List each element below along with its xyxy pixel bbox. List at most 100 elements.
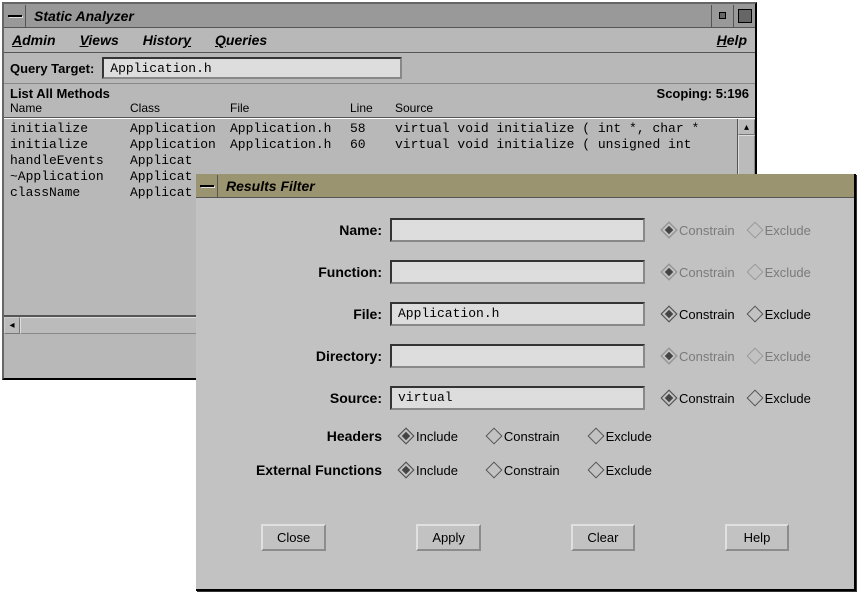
filter-label-name: Name: [220, 222, 390, 238]
diamond-icon [587, 462, 604, 479]
externalfunctions-constrain-radio[interactable]: Constrain [488, 463, 560, 478]
dialog-button-row: Close Apply Clear Help [196, 506, 854, 569]
diamond-icon [661, 390, 678, 407]
filter-row-externalfunctions: External Functions Include Constrain Exclud… [220, 462, 830, 478]
cell-name: handleEvents [10, 153, 130, 169]
function-exclude-radio[interactable]: Exclude [749, 265, 811, 280]
menubar: Admin Views History Queries Help [4, 28, 755, 53]
filter-input-function[interactable] [390, 260, 645, 284]
clear-button[interactable]: Clear [571, 524, 635, 551]
diamond-icon [661, 306, 678, 323]
close-button[interactable]: Close [261, 524, 326, 551]
cell-file [230, 153, 350, 169]
filter-input-source[interactable]: virtual [390, 386, 645, 410]
diamond-icon [746, 306, 763, 323]
cell-class: Applicat [130, 153, 230, 169]
menu-admin[interactable]: Admin [12, 32, 56, 48]
filter-label-function: Function: [220, 264, 390, 280]
table-row[interactable]: initializeApplicationApplication.h60virt… [10, 137, 749, 153]
directory-constrain-radio[interactable]: Constrain [663, 349, 735, 364]
name-constrain-radio[interactable]: Constrain [663, 223, 735, 238]
menu-help[interactable]: Help [717, 32, 747, 48]
filter-label-file: File: [220, 306, 390, 322]
results-filter-dialog: Results Filter Name:ConstrainExcludeFunc… [196, 174, 856, 591]
diamond-icon [746, 348, 763, 365]
filter-input-directory[interactable] [390, 344, 645, 368]
filter-row-source: Source:virtual Constrain Exclude [220, 386, 830, 410]
cell-name: initialize [10, 137, 130, 153]
query-target-row: Query Target: Application.h [4, 53, 755, 84]
menu-views[interactable]: Views [80, 32, 119, 48]
cell-line: 60 [350, 137, 395, 153]
menu-queries[interactable]: Queries [215, 32, 267, 48]
cell-source [395, 153, 749, 169]
filter-input-file[interactable]: Application.h [390, 302, 645, 326]
cell-name: initialize [10, 121, 130, 137]
menu-history[interactable]: History [143, 32, 191, 48]
filter-label-source: Source: [220, 390, 390, 406]
diamond-icon [661, 348, 678, 365]
dialog-form: Name:ConstrainExcludeFunction:ConstrainE… [196, 198, 854, 506]
minimize-icon[interactable] [711, 5, 733, 27]
diamond-icon [746, 264, 763, 281]
source-exclude-radio[interactable]: Exclude [749, 391, 811, 406]
col-source: Source [395, 101, 749, 115]
cell-line: 58 [350, 121, 395, 137]
filter-input-name[interactable] [390, 218, 645, 242]
dialog-titlebar[interactable]: Results Filter [196, 174, 854, 198]
scoping-label: Scoping: 5:196 [657, 86, 749, 101]
list-title: List All Methods [10, 86, 657, 101]
headers-include-radio[interactable]: Include [400, 429, 458, 444]
dialog-title: Results Filter [218, 178, 854, 194]
cell-class: Application [130, 137, 230, 153]
cell-file: Application.h [230, 121, 350, 137]
table-row[interactable]: initializeApplicationApplication.h58virt… [10, 121, 749, 137]
col-file: File [230, 101, 350, 115]
externalfunctions-exclude-radio[interactable]: Exclude [590, 463, 652, 478]
diamond-icon [661, 222, 678, 239]
column-headers: Name Class File Line Source [4, 101, 755, 118]
directory-exclude-radio[interactable]: Exclude [749, 349, 811, 364]
cell-name: className [10, 185, 130, 201]
file-constrain-radio[interactable]: Constrain [663, 307, 735, 322]
externalfunctions-label: External Functions [220, 462, 390, 478]
name-exclude-radio[interactable]: Exclude [749, 223, 811, 238]
source-constrain-radio[interactable]: Constrain [663, 391, 735, 406]
diamond-icon [398, 462, 415, 479]
headers-exclude-radio[interactable]: Exclude [590, 429, 652, 444]
cell-file: Application.h [230, 137, 350, 153]
externalfunctions-include-radio[interactable]: Include [400, 463, 458, 478]
dialog-menu-icon[interactable] [196, 175, 218, 197]
table-row[interactable]: handleEventsApplicat [10, 153, 749, 169]
diamond-icon [485, 428, 502, 445]
query-target-input[interactable]: Application.h [102, 57, 402, 79]
diamond-icon [587, 428, 604, 445]
filter-row-headers: Headers Include Constrain Exclude [220, 428, 830, 444]
filter-row-name: Name: Constrain Exclude [220, 218, 830, 242]
filter-row-function: Function: Constrain Exclude [220, 260, 830, 284]
file-exclude-radio[interactable]: Exclude [749, 307, 811, 322]
diamond-icon [398, 428, 415, 445]
window-title: Static Analyzer [26, 8, 711, 24]
window-menu-icon[interactable] [4, 5, 26, 27]
cell-source: virtual void initialize ( unsigned int [395, 137, 749, 153]
diamond-icon [746, 390, 763, 407]
filter-row-file: File:Application.h Constrain Exclude [220, 302, 830, 326]
diamond-icon [485, 462, 502, 479]
col-class: Class [130, 101, 230, 115]
list-header: List All Methods Scoping: 5:196 [4, 84, 755, 101]
scroll-up-icon[interactable]: ▴ [738, 119, 755, 135]
maximize-icon[interactable] [733, 5, 755, 27]
apply-button[interactable]: Apply [416, 524, 481, 551]
function-constrain-radio[interactable]: Constrain [663, 265, 735, 280]
scroll-left-icon[interactable]: ◂ [4, 317, 20, 334]
help-button[interactable]: Help [725, 524, 789, 551]
titlebar[interactable]: Static Analyzer [4, 4, 755, 28]
headers-constrain-radio[interactable]: Constrain [488, 429, 560, 444]
diamond-icon [661, 264, 678, 281]
cell-source: virtual void initialize ( int *, char * [395, 121, 749, 137]
cell-line [350, 153, 395, 169]
cell-name: ~Application [10, 169, 130, 185]
col-line: Line [350, 101, 395, 115]
headers-label: Headers [220, 428, 390, 444]
